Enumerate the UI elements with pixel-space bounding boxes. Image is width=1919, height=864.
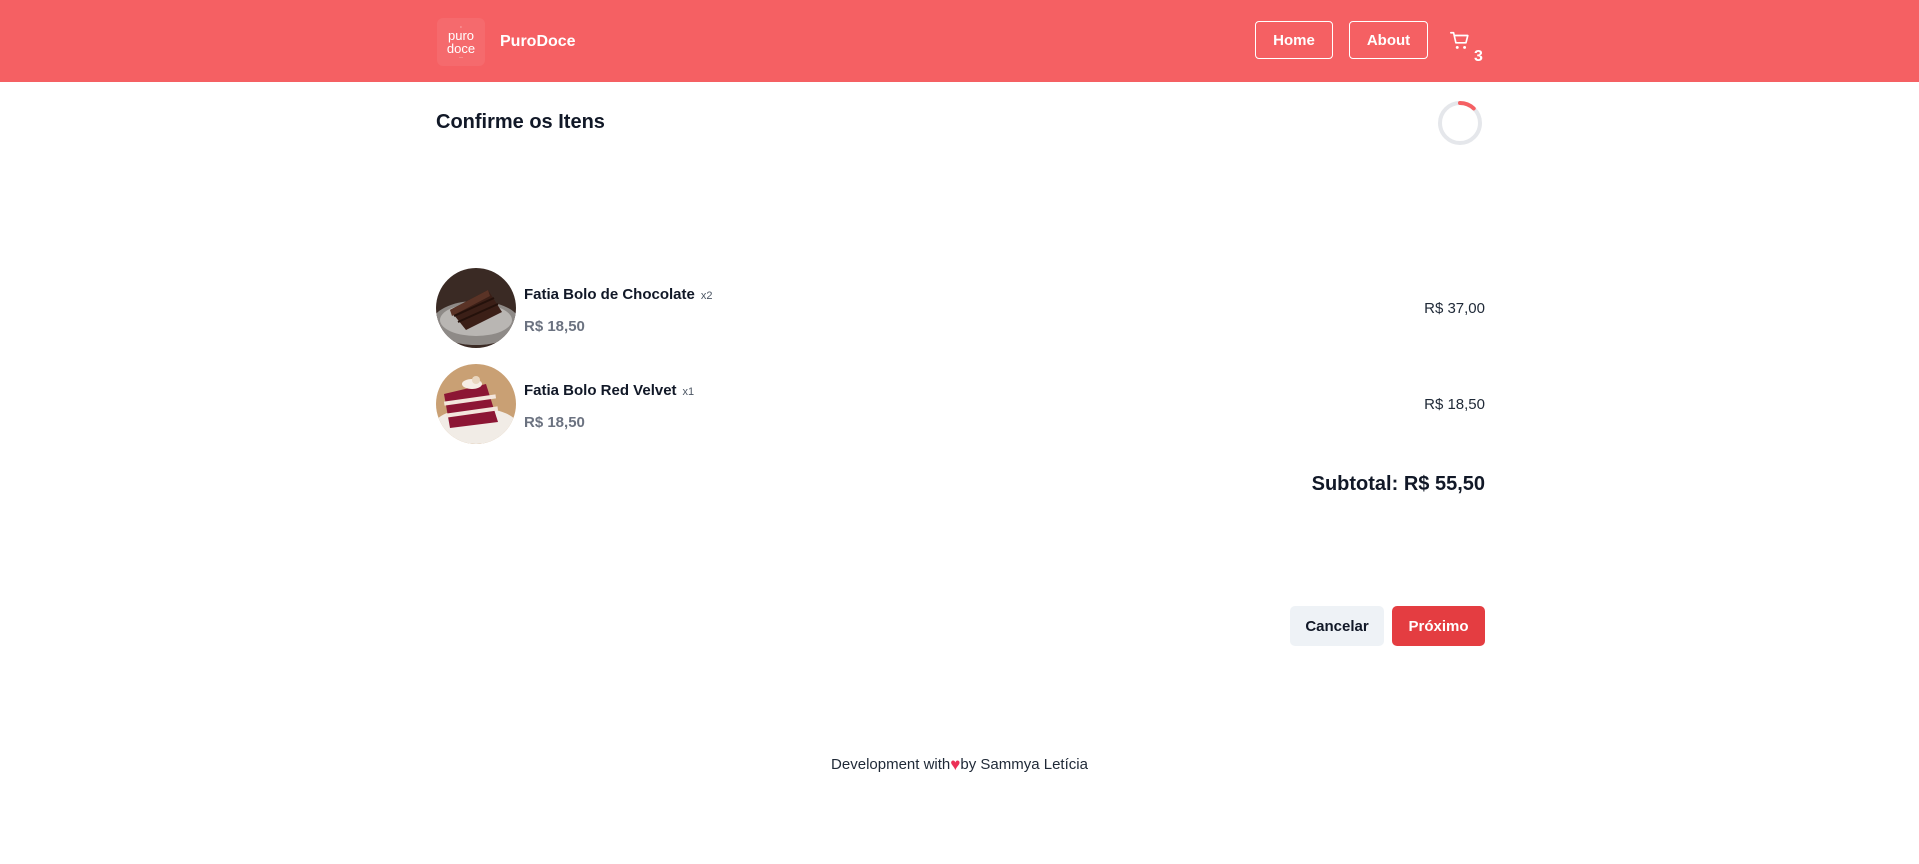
- item-line-total: R$ 18,50: [1424, 396, 1485, 413]
- progress-ring: [1438, 101, 1482, 145]
- cart-button[interactable]: 3: [1449, 30, 1483, 70]
- page-title: Confirme os Itens: [436, 111, 605, 133]
- footer-suffix: by Sammya Letícia: [960, 756, 1088, 773]
- footer: Development with♥by Sammya Letícia: [0, 755, 1919, 775]
- cart-icon: [1450, 31, 1469, 49]
- brand[interactable]: • puro doce — PuroDoce: [437, 18, 576, 66]
- item-name-text: Fatia Bolo Red Velvet: [524, 382, 677, 399]
- brand-name: PuroDoce: [500, 33, 576, 50]
- cart-item: Fatia Bolo Red Velvet x1 R$ 18,50 R$ 18,5…: [436, 364, 1485, 446]
- subtotal: Subtotal: R$ 55,50: [1312, 473, 1485, 496]
- subtotal-label: Subtotal:: [1311, 473, 1399, 495]
- top-navbar: • puro doce — PuroDoce Home About 3: [0, 0, 1919, 82]
- subtotal-value: R$ 55,50: [1403, 473, 1485, 495]
- item-quantity: x2: [700, 290, 713, 302]
- heart-icon: ♥: [950, 755, 961, 774]
- item-quantity: x1: [682, 386, 695, 398]
- product-image-red-velvet-cake: [436, 364, 516, 444]
- footer-prefix: Development with: [831, 756, 951, 773]
- brand-logo: • puro doce —: [437, 18, 485, 66]
- product-image-chocolate-cake: [436, 268, 516, 348]
- item-line-total: R$ 37,00: [1424, 300, 1485, 317]
- nav-home-button[interactable]: Home: [1255, 21, 1333, 59]
- cart-count-badge: 3: [1474, 48, 1483, 65]
- cancel-button[interactable]: Cancelar: [1290, 606, 1384, 646]
- nav-about-button[interactable]: About: [1349, 21, 1428, 59]
- item-unit-price: R$ 18,50: [524, 318, 585, 335]
- item-name-text: Fatia Bolo de Chocolate: [524, 286, 695, 303]
- item-name: Fatia Bolo de Chocolate x2: [524, 286, 712, 303]
- item-unit-price: R$ 18,50: [524, 414, 585, 431]
- cart-item: Fatia Bolo de Chocolate x2 R$ 18,50 R$ 37…: [436, 268, 1485, 350]
- item-name: Fatia Bolo Red Velvet x1: [524, 382, 694, 399]
- next-button[interactable]: Próximo: [1392, 606, 1485, 646]
